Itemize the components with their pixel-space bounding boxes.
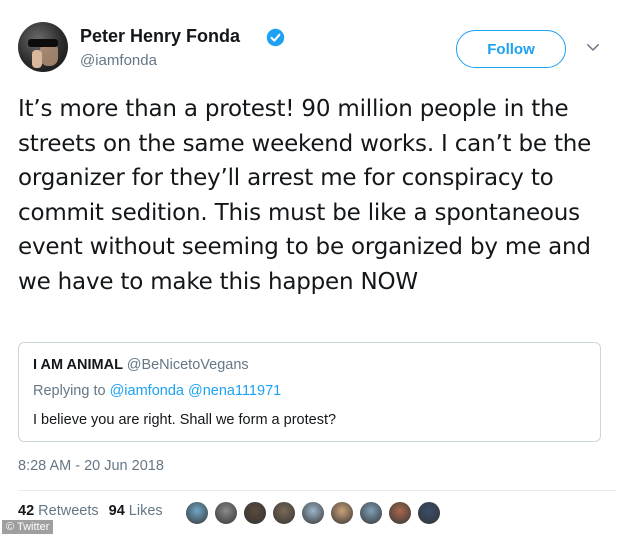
tweet-timestamp[interactable]: 8:28 AM - 20 Jun 2018: [18, 458, 164, 474]
replying-prefix: Replying to: [33, 383, 106, 399]
liker-avatars: [184, 500, 445, 526]
avatar-peace-hand: [32, 50, 42, 68]
quoted-tweet[interactable]: I AM ANIMAL @BeNicetoVegans Replying to …: [18, 342, 601, 442]
liker-avatar[interactable]: [358, 500, 384, 526]
engagement-stats: 42 Retweets 94 Likes: [18, 503, 163, 519]
liker-avatar[interactable]: [416, 500, 442, 526]
liker-avatar[interactable]: [300, 500, 326, 526]
quoted-user-handle: @BeNicetoVegans: [126, 357, 249, 373]
tweet-header: Peter Henry Fonda @iamfonda Follow: [18, 22, 616, 78]
likes-count: 94: [108, 503, 125, 519]
retweets-label: Retweets: [38, 503, 99, 519]
user-handle[interactable]: @iamfonda: [80, 52, 157, 69]
user-avatar[interactable]: [18, 22, 68, 72]
chevron-down-icon[interactable]: [584, 38, 602, 56]
quoted-user-name: I AM ANIMAL: [33, 357, 123, 373]
liker-avatar[interactable]: [213, 500, 239, 526]
liker-avatar[interactable]: [271, 500, 297, 526]
verified-badge-icon: [266, 28, 285, 47]
follow-button[interactable]: Follow: [456, 30, 566, 68]
user-display-name[interactable]: Peter Henry Fonda: [80, 26, 240, 47]
quoted-user: I AM ANIMAL @BeNicetoVegans: [33, 357, 249, 373]
likes-stat[interactable]: 94 Likes: [109, 503, 163, 519]
reply-mention[interactable]: @nena111971: [188, 383, 281, 399]
tweet-text: It’s more than a protest! 90 million peo…: [18, 96, 592, 295]
reply-mention[interactable]: @iamfonda: [110, 383, 184, 399]
divider: [18, 490, 616, 491]
likes-label: Likes: [128, 503, 163, 519]
avatar-glasses: [28, 39, 58, 47]
liker-avatar[interactable]: [242, 500, 268, 526]
liker-avatar[interactable]: [329, 500, 355, 526]
quoted-replying-to: Replying to @iamfonda @nena111971: [33, 383, 281, 399]
retweets-count: 42: [18, 503, 35, 519]
watermark: © Twitter: [2, 520, 54, 534]
retweets-stat[interactable]: 42 Retweets: [18, 503, 99, 519]
liker-avatar[interactable]: [184, 500, 210, 526]
quoted-tweet-text: I believe you are right. Shall we form a…: [33, 412, 337, 428]
liker-avatar[interactable]: [387, 500, 413, 526]
